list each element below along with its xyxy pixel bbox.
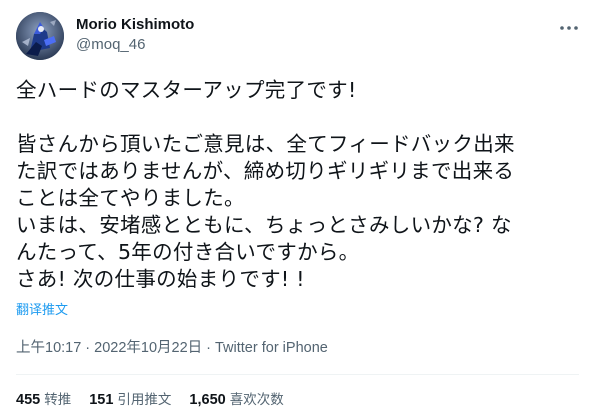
tweet-header: Morio Kishimoto @moq_46 bbox=[16, 10, 579, 60]
quote-tweets-label: 引用推文 bbox=[117, 392, 172, 408]
more-dots-icon[interactable] bbox=[559, 18, 579, 38]
meta-separator: · bbox=[85, 340, 91, 356]
author-block: Morio Kishimoto @moq_46 bbox=[76, 15, 194, 55]
divider bbox=[16, 374, 579, 375]
translate-tweet-link[interactable]: 翻译推文 bbox=[16, 302, 68, 320]
likes-stat[interactable]: 1,650 喜欢次数 bbox=[189, 390, 283, 410]
tweet-card: Morio Kishimoto @moq_46 全ハードのマスターアップ完了です… bbox=[0, 0, 595, 420]
author-display-name[interactable]: Morio Kishimoto bbox=[76, 15, 194, 35]
quote-tweets-stat[interactable]: 151 引用推文 bbox=[89, 390, 171, 410]
tweet-source[interactable]: Twitter for iPhone bbox=[215, 340, 328, 356]
tweet-time[interactable]: 上午10:17 bbox=[16, 340, 81, 356]
tweet-text: 全ハードのマスターアップ完了です! 皆さんから頂いたご意見は、全てフィードバック… bbox=[16, 78, 515, 291]
tweet-stats: 455 转推 151 引用推文 1,650 喜欢次数 bbox=[16, 390, 302, 410]
retweets-label: 转推 bbox=[44, 392, 72, 408]
avatar-illustration-icon bbox=[16, 12, 64, 60]
retweets-count: 455 bbox=[16, 392, 41, 408]
likes-count: 1,650 bbox=[189, 392, 226, 408]
retweets-stat[interactable]: 455 转推 bbox=[16, 390, 71, 410]
tweet-date[interactable]: 2022年10月22日 bbox=[94, 340, 202, 356]
author-handle[interactable]: @moq_46 bbox=[76, 35, 194, 55]
likes-label: 喜欢次数 bbox=[229, 392, 284, 408]
quote-tweets-count: 151 bbox=[89, 392, 114, 408]
avatar[interactable] bbox=[16, 12, 64, 60]
tweet-metadata: 上午10:17 · 2022年10月22日 · Twitter for iPhone bbox=[16, 338, 328, 358]
meta-separator: · bbox=[206, 340, 211, 356]
